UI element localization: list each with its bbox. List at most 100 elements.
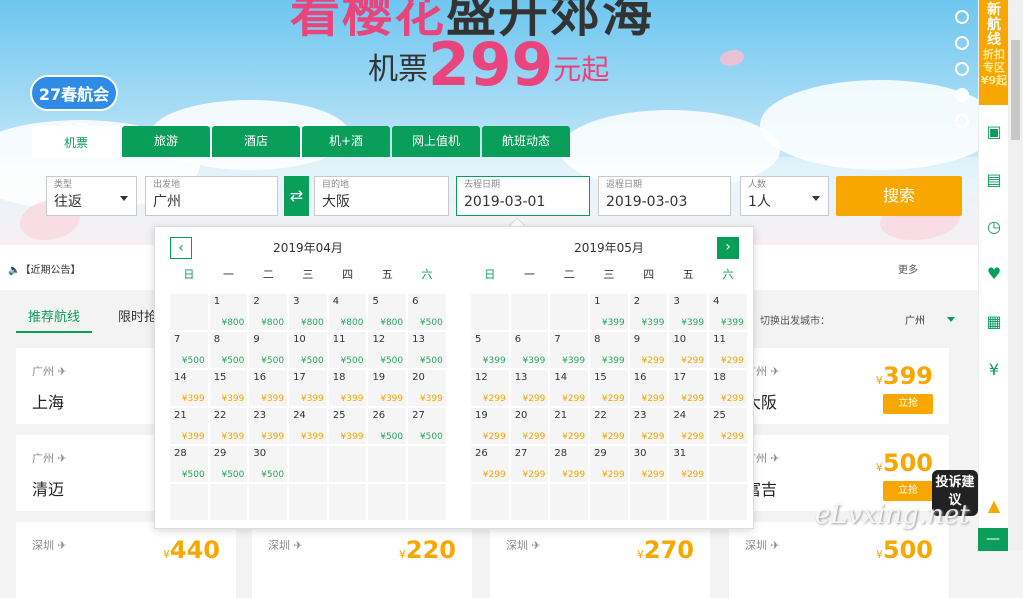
day-cell[interactable]: 14 ¥399 (169, 369, 209, 407)
minimize-icon[interactable]: — (978, 528, 1008, 551)
heart-icon[interactable]: ♥ (984, 264, 1004, 284)
tab-flights[interactable]: 机票 (32, 126, 120, 157)
route-card[interactable]: 深圳 ✈ ¥270 (490, 522, 710, 598)
carousel-dot[interactable] (955, 62, 969, 76)
tab-flight-hotel[interactable]: 机+酒 (302, 126, 390, 157)
more-link[interactable]: 更多 (898, 261, 918, 276)
route-card[interactable]: 深圳 ✈ ¥440 (16, 522, 236, 598)
search-button[interactable]: 搜索 (836, 176, 962, 216)
day-cell[interactable]: 4 ¥800 (327, 293, 368, 331)
day-cell[interactable]: 22 ¥399 (208, 407, 249, 445)
day-cell[interactable]: 6 ¥399 (509, 331, 550, 369)
day-cell[interactable]: 13 ¥500 (407, 331, 447, 369)
route-card[interactable]: 深圳 ✈ ¥220 (252, 522, 472, 598)
day-cell[interactable]: 9 ¥299 (628, 331, 669, 369)
day-cell[interactable]: 16 ¥299 (628, 369, 669, 407)
swap-arrows-icon[interactable]: ⇄ (284, 176, 309, 216)
tab-hotel[interactable]: 酒店 (212, 126, 300, 157)
announcement[interactable]: 🔈【近期公告】 (8, 261, 80, 276)
grab-button[interactable]: 立抢 (883, 481, 933, 501)
day-cell[interactable]: 31 ¥299 (668, 445, 709, 483)
day-cell[interactable]: 10 ¥500 (288, 331, 328, 369)
day-cell[interactable]: 27 ¥299 (509, 445, 550, 483)
day-cell[interactable]: 30 ¥299 (628, 445, 669, 483)
depart-date-field[interactable]: 去程日期 2019-03-01 (456, 176, 590, 216)
new-route-promo[interactable]: 新航线 折扣 专区 ¥9起 (979, 0, 1009, 105)
day-cell[interactable]: 23 ¥299 (628, 407, 669, 445)
day-cell[interactable]: 2 ¥399 (628, 293, 669, 331)
day-cell[interactable]: 1 ¥800 (208, 293, 249, 331)
day-cell[interactable]: 3 ¥800 (288, 293, 328, 331)
day-cell[interactable]: 19 ¥399 (367, 369, 408, 407)
yuan-icon[interactable]: ¥ (984, 360, 1004, 380)
origin-field[interactable]: 出发地 广州 (145, 176, 278, 216)
qr-icon[interactable]: ▦ (984, 312, 1004, 332)
scrollbar[interactable] (1008, 0, 1023, 551)
passenger-select[interactable]: 人数 1人 (740, 176, 829, 216)
day-cell[interactable]: 15 ¥299 (589, 369, 629, 407)
day-cell[interactable]: 25 ¥299 (708, 407, 748, 445)
chevron-down-icon[interactable] (947, 317, 955, 322)
day-cell[interactable]: 18 ¥399 (327, 369, 368, 407)
day-cell[interactable]: 29 ¥299 (589, 445, 629, 483)
return-date-field[interactable]: 返程日期 2019-03-03 (598, 176, 731, 216)
day-cell[interactable]: 20 ¥299 (509, 407, 550, 445)
day-cell[interactable]: 30 ¥500 (248, 445, 289, 483)
day-cell[interactable]: 18 ¥299 (708, 369, 748, 407)
day-cell[interactable]: 21 ¥299 (549, 407, 590, 445)
day-cell[interactable]: 24 ¥299 (668, 407, 709, 445)
grab-button[interactable]: 立抢 (883, 394, 933, 414)
day-cell[interactable]: 25 ¥399 (327, 407, 368, 445)
day-cell[interactable]: 28 ¥500 (169, 445, 209, 483)
tab-recommended-routes[interactable]: 推荐航线 (16, 306, 93, 333)
carousel-dot[interactable] (955, 36, 969, 50)
day-cell[interactable]: 24 ¥399 (288, 407, 328, 445)
day-cell[interactable]: 5 ¥800 (367, 293, 408, 331)
day-cell[interactable]: 10 ¥299 (668, 331, 709, 369)
route-card[interactable]: 深圳 ✈ ¥500 (729, 522, 949, 598)
carousel-dot-active[interactable] (955, 88, 969, 102)
day-cell[interactable]: 19 ¥299 (470, 407, 510, 445)
carousel-dot[interactable] (955, 114, 969, 128)
day-cell[interactable]: 8 ¥399 (589, 331, 629, 369)
route-card[interactable]: 广州 ✈ 大阪 ¥399 立抢 (729, 348, 949, 424)
day-cell[interactable]: 1 ¥399 (589, 293, 629, 331)
day-cell[interactable]: 20 ¥399 (407, 369, 447, 407)
day-cell[interactable]: 26 ¥500 (367, 407, 408, 445)
day-cell[interactable]: 17 ¥399 (288, 369, 328, 407)
day-cell[interactable]: 17 ¥299 (668, 369, 709, 407)
switch-city-value[interactable]: 广州 (905, 312, 925, 327)
tab-online-checkin[interactable]: 网上值机 (392, 126, 480, 157)
day-cell[interactable]: 21 ¥399 (169, 407, 209, 445)
scrollbar-thumb[interactable] (1011, 40, 1020, 140)
day-cell[interactable]: 15 ¥399 (208, 369, 249, 407)
carousel-dot[interactable] (955, 10, 969, 24)
day-cell[interactable]: 11 ¥500 (327, 331, 368, 369)
box-icon[interactable]: ▣ (984, 122, 1004, 142)
day-cell[interactable]: 23 ¥399 (248, 407, 289, 445)
day-cell[interactable]: 27 ¥500 (407, 407, 447, 445)
tab-flash-sale[interactable]: 限时抢 (118, 306, 157, 325)
day-cell[interactable]: 3 ¥399 (668, 293, 709, 331)
day-cell[interactable]: 22 ¥299 (589, 407, 629, 445)
day-cell[interactable]: 28 ¥299 (549, 445, 590, 483)
day-cell[interactable]: 2 ¥800 (248, 293, 289, 331)
day-cell[interactable]: 12 ¥299 (470, 369, 510, 407)
day-cell[interactable]: 9 ¥500 (248, 331, 289, 369)
day-cell[interactable]: 5 ¥399 (470, 331, 510, 369)
destination-field[interactable]: 目的地 大阪 (314, 176, 449, 216)
day-cell[interactable]: 6 ¥500 (407, 293, 447, 331)
day-cell[interactable]: 26 ¥299 (470, 445, 510, 483)
day-cell[interactable]: 7 ¥399 (549, 331, 590, 369)
member-day-badge[interactable]: 27春航会员日 (30, 75, 118, 140)
day-cell[interactable]: 13 ¥299 (509, 369, 550, 407)
day-cell[interactable]: 8 ¥500 (208, 331, 249, 369)
day-cell[interactable]: 14 ¥299 (549, 369, 590, 407)
back-to-top-icon[interactable]: ▲ (984, 496, 1004, 516)
day-cell[interactable]: 11 ¥299 (708, 331, 748, 369)
tab-flight-status[interactable]: 航班动态 (482, 126, 570, 157)
day-cell[interactable]: 29 ¥500 (208, 445, 249, 483)
chat-icon[interactable]: ▤ (984, 170, 1004, 190)
day-cell[interactable]: 7 ¥500 (169, 331, 209, 369)
day-cell[interactable]: 12 ¥500 (367, 331, 408, 369)
